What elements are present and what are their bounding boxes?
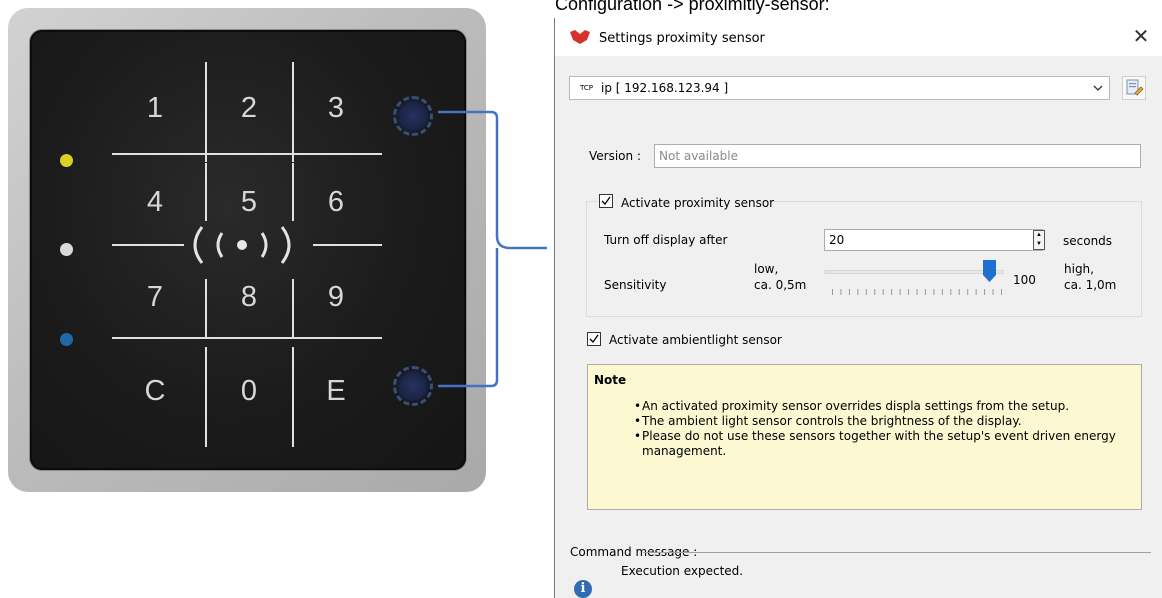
checkmark-icon [601, 196, 611, 206]
spinner-down-icon[interactable]: ▼ [1034, 240, 1044, 249]
app-logo-icon [570, 30, 590, 44]
proximity-checkbox[interactable] [599, 194, 613, 208]
device-select-value: ip [ 192.168.123.94 ] [601, 81, 729, 95]
led-blue [60, 333, 73, 346]
grid-line [205, 347, 207, 447]
edit-document-icon [1126, 79, 1144, 96]
note-list: An activated proximity sensor overrides … [634, 399, 1134, 459]
spinner-up-icon[interactable]: ▲ [1034, 231, 1044, 240]
version-field: Not available [654, 144, 1141, 168]
turn-off-value: 20 [829, 233, 845, 247]
grid-line [292, 163, 294, 221]
high-label-line1: high, [1064, 262, 1094, 276]
sensitivity-slider-track[interactable] [824, 270, 1004, 274]
key-9[interactable]: 9 [316, 282, 356, 312]
grid-line [112, 337, 382, 339]
caption: Configuration -> proximitiy-sensor: [555, 0, 830, 14]
grid-line [205, 163, 207, 221]
proximity-group-box [586, 201, 1142, 317]
key-6[interactable]: 6 [316, 187, 356, 217]
ambient-checkbox-label[interactable]: Activate ambientlight sensor [609, 333, 782, 347]
note-item: The ambient light sensor controls the br… [634, 414, 1134, 429]
chevron-down-icon[interactable] [1093, 81, 1103, 95]
grid-line [205, 279, 207, 337]
key-0[interactable]: 0 [229, 376, 269, 406]
window-title: Settings proximity sensor [599, 31, 765, 46]
proximity-symbol-icon [193, 226, 291, 264]
turn-off-seconds-input[interactable]: 20 [824, 229, 1043, 251]
turn-off-spinner[interactable]: ▲ ▼ [1033, 230, 1045, 250]
turn-off-label: Turn off display after [604, 233, 728, 247]
high-label-line2: ca. 1,0m [1064, 278, 1117, 292]
key-8[interactable]: 8 [229, 282, 269, 312]
proximity-sensor-top [393, 96, 433, 136]
led-yellow [60, 154, 73, 167]
note-title: Note [594, 373, 627, 387]
key-1[interactable]: 1 [135, 93, 175, 123]
settings-window: Settings proximity sensor ✕ TCP ip [ 192… [554, 18, 1162, 598]
command-message-text: Execution expected. [621, 564, 744, 578]
seconds-unit-label: seconds [1063, 234, 1113, 248]
command-message-divider [643, 552, 1151, 553]
version-label: Version : [589, 149, 641, 163]
device-select[interactable]: TCP ip [ 192.168.123.94 ] [569, 76, 1110, 100]
grid-line [292, 62, 294, 162]
key-c[interactable]: C [135, 376, 175, 406]
low-label-line1: low, [754, 262, 779, 276]
close-button[interactable]: ✕ [1129, 24, 1153, 50]
grid-line [112, 153, 382, 155]
key-4[interactable]: 4 [135, 187, 175, 217]
edit-device-button[interactable] [1122, 76, 1146, 100]
proximity-checkbox-label[interactable]: Activate proximity sensor [621, 196, 774, 210]
note-box: Note An activated proximity sensor overr… [587, 364, 1142, 510]
proximity-symbol: ( ( • ) ) [172, 223, 312, 267]
slider-ticks [832, 289, 1002, 295]
sensitivity-slider-thumb[interactable] [982, 260, 996, 282]
ambient-checkbox[interactable] [587, 332, 601, 346]
grid-line [205, 62, 207, 162]
low-label-line2: ca. 0,5m [754, 278, 807, 292]
grid-line [313, 244, 382, 246]
note-item: An activated proximity sensor overrides … [634, 399, 1134, 414]
version-value: Not available [659, 149, 739, 163]
key-7[interactable]: 7 [135, 282, 175, 312]
grid-line [292, 347, 294, 447]
proximity-sensor-bottom [393, 366, 433, 406]
window-client-area: TCP ip [ 192.168.123.94 ] Version : Not … [555, 56, 1162, 598]
tcp-tag: TCP [580, 84, 593, 92]
checkmark-icon [589, 334, 599, 344]
key-2[interactable]: 2 [229, 93, 269, 123]
key-5[interactable]: 5 [229, 187, 269, 217]
info-icon: i [574, 580, 592, 598]
grid-line [292, 279, 294, 337]
ambient-checkbox-row[interactable]: Activate ambientlight sensor [587, 330, 847, 348]
key-e[interactable]: E [316, 376, 356, 406]
sensitivity-label: Sensitivity [604, 278, 667, 292]
sensitivity-value: 100 [1013, 273, 1036, 287]
key-3[interactable]: 3 [316, 93, 356, 123]
note-item: Please do not use these sensors together… [634, 429, 1134, 459]
proximity-checkbox-row[interactable]: Activate proximity sensor [597, 192, 774, 210]
led-white [60, 243, 73, 256]
title-bar[interactable]: Settings proximity sensor ✕ [555, 18, 1162, 56]
